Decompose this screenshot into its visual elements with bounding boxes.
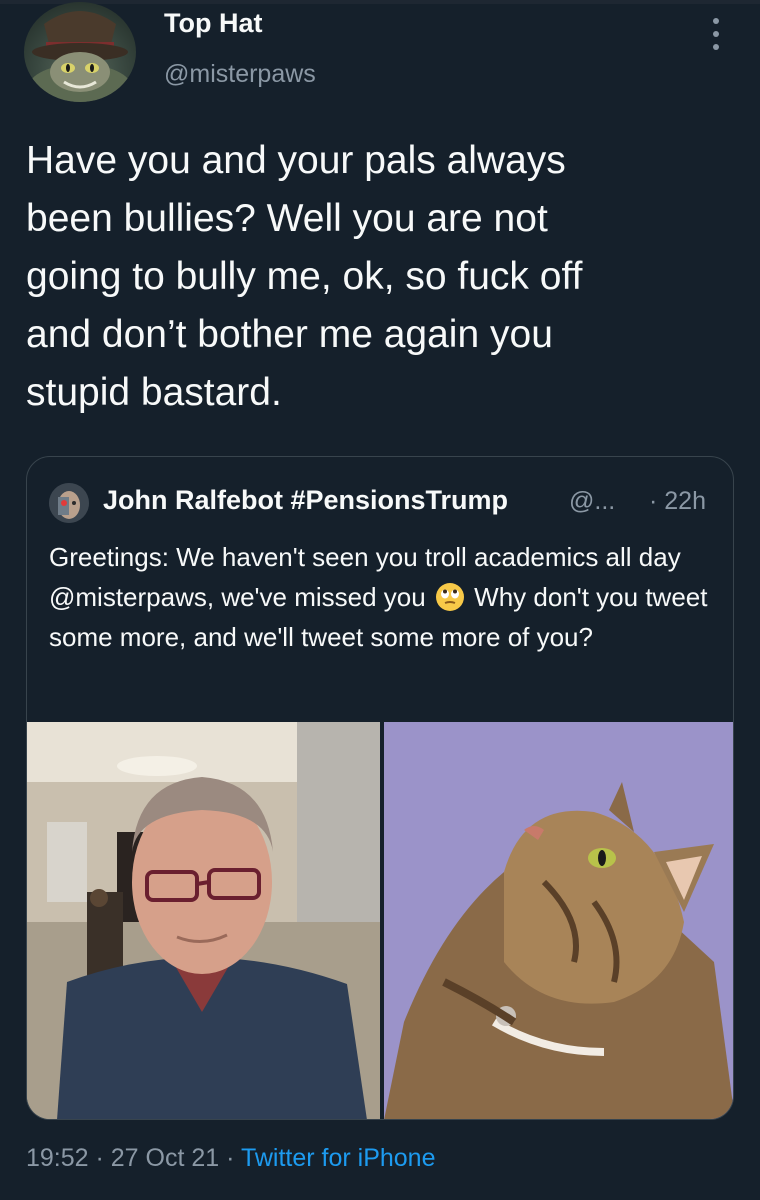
tweet-meta: 19:52 · 27 Oct 21 · Twitter for iPhone bbox=[26, 1144, 435, 1173]
quoted-author-handle[interactable]: @... bbox=[569, 487, 615, 516]
more-options-icon[interactable] bbox=[700, 12, 732, 56]
face-with-rolling-eyes-icon bbox=[435, 583, 464, 611]
quoted-media-photo-man[interactable] bbox=[27, 722, 380, 1119]
meta-separator: · bbox=[219, 1144, 241, 1172]
top-divider bbox=[0, 0, 760, 4]
quoted-author-avatar[interactable] bbox=[49, 483, 89, 523]
meta-separator: · bbox=[88, 1144, 111, 1172]
quoted-tweet-text: Greetings: We haven't seen you troll aca… bbox=[49, 537, 719, 657]
tweet-time[interactable]: 19:52 bbox=[26, 1144, 89, 1172]
author-avatar[interactable] bbox=[24, 2, 136, 102]
tweet-source-link[interactable]: Twitter for iPhone bbox=[241, 1144, 436, 1172]
author-display-name[interactable]: Top Hat bbox=[164, 8, 262, 39]
tweet-text: Have you and your pals always been bulli… bbox=[26, 139, 583, 414]
quoted-media-photo-cat[interactable] bbox=[384, 722, 733, 1119]
tweet-date[interactable]: 27 Oct 21 bbox=[111, 1144, 219, 1172]
quoted-tweet-time[interactable]: · 22h bbox=[649, 487, 706, 516]
author-handle[interactable]: @misterpaws bbox=[164, 60, 316, 89]
quoted-tweet-card[interactable]: John Ralfebot #PensionsTrump @... · 22h … bbox=[26, 456, 734, 1120]
quoted-author-display-name[interactable]: John Ralfebot #PensionsTrump bbox=[103, 485, 508, 516]
